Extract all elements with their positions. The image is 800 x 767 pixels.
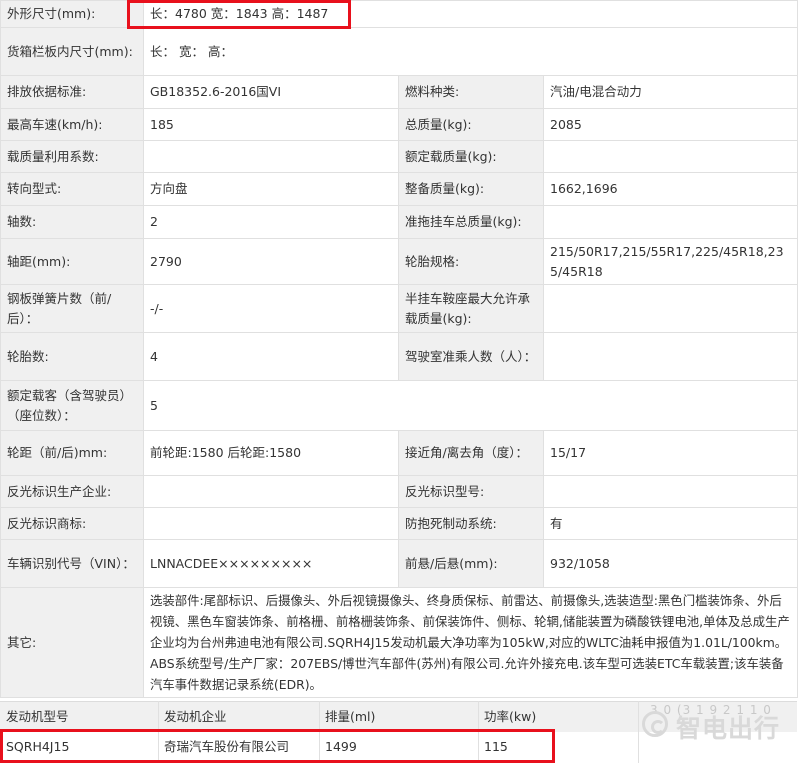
label-axle-count: 轴数: — [0, 205, 144, 239]
watermark-text: 智电出行 — [676, 714, 781, 743]
watermark: 3 0 (3 1 9 2 1 1 0 智电出行 — [642, 703, 792, 743]
table-row: 轴距(mm): 2790 轮胎规格: 215/50R17,215/55R17,2… — [0, 238, 798, 285]
column-divider — [319, 701, 320, 763]
engine-displacement: 1499 — [325, 739, 357, 754]
value-reflector-manufacturer — [143, 475, 399, 508]
value-track-width: 前轮距:1580 后轮距:1580 — [143, 430, 399, 476]
label-load-utilization: 载质量利用系数: — [0, 140, 144, 173]
value-reflector-brand — [143, 507, 399, 540]
value-tire-count: 4 — [143, 332, 399, 381]
value-emission-standard: GB18352.6-2016国VI — [143, 75, 399, 109]
engine-header-power: 功率(kw) — [484, 709, 537, 724]
value-overhang: 932/1058 — [543, 539, 798, 588]
label-rated-load: 额定载质量(kg): — [398, 140, 544, 173]
label-fifth-wheel-load: 半挂车鞍座最大允许承载质量(kg): — [398, 284, 544, 333]
value-max-speed: 185 — [143, 108, 399, 141]
label-emission-standard: 排放依据标准: — [0, 75, 144, 109]
label-cargo-box-dimensions: 货箱栏板内尺寸(mm): — [0, 27, 144, 76]
column-divider — [158, 701, 159, 763]
value-axle-count: 2 — [143, 205, 399, 239]
table-row: 其它: 选装部件:尾部标识、后摄像头、外后视镜摄像头、终身质保标、前雷达、前摄像… — [0, 587, 798, 698]
table-row: 最高车速(km/h): 185 总质量(kg): 2085 — [0, 108, 798, 141]
label-exterior-dimensions: 外形尺寸(mm): — [0, 0, 144, 28]
value-exterior-dimensions: 长：4780 宽：1843 高：1487 — [143, 0, 798, 28]
column-divider — [638, 701, 639, 763]
engine-header-company: 发动机企业 — [164, 709, 227, 724]
label-approach-departure-angle: 接近角/离去角（度）： — [398, 430, 544, 476]
label-trailer-mass: 准拖挂车总质量(kg): — [398, 205, 544, 239]
engine-company: 奇瑞汽车股份有限公司 — [164, 739, 290, 754]
column-divider — [478, 701, 479, 763]
label-reflector-model: 反光标识型号: — [398, 475, 544, 508]
label-tire-spec: 轮胎规格: — [398, 238, 544, 285]
value-leaf-spring-count: -/- — [143, 284, 399, 333]
value-other: 选装部件:尾部标识、后摄像头、外后视镜摄像头、终身质保标、前雷达、前摄像头,选装… — [143, 587, 798, 698]
table-row: 反光标识商标: 防抱死制动系统: 有 — [0, 507, 798, 540]
table-row: 车辆识别代号（VIN）： LNNACDEE××××××××× 前悬/后悬(mm)… — [0, 539, 798, 588]
value-steering-type: 方向盘 — [143, 172, 399, 206]
table-row: 排放依据标准: GB18352.6-2016国VI 燃料种类: 汽油/电混合动力 — [0, 75, 798, 109]
table-row: 载质量利用系数: 额定载质量(kg): — [0, 140, 798, 173]
value-reflector-model — [543, 475, 798, 508]
label-abs-system: 防抱死制动系统: — [398, 507, 544, 540]
label-tire-count: 轮胎数: — [0, 332, 144, 381]
engine-power: 115 — [484, 739, 508, 754]
label-other: 其它: — [0, 587, 144, 698]
table-row: 外形尺寸(mm): 长：4780 宽：1843 高：1487 — [0, 0, 798, 28]
engine-model: SQRH4J15 — [6, 739, 70, 754]
value-tire-spec: 215/50R17,215/55R17,225/45R18,235/45R18 — [543, 238, 798, 285]
label-fuel-type: 燃料种类: — [398, 75, 544, 109]
label-rated-passengers: 额定载客（含驾驶员）（座位数）： — [0, 380, 144, 431]
table-row: 轮距（前/后)mm: 前轮距:1580 后轮距:1580 接近角/离去角（度）：… — [0, 430, 798, 476]
label-steering-type: 转向型式: — [0, 172, 144, 206]
table-row: 转向型式: 方向盘 整备质量(kg): 1662,1696 — [0, 172, 798, 206]
label-max-speed: 最高车速(km/h): — [0, 108, 144, 141]
label-wheelbase: 轴距(mm): — [0, 238, 144, 285]
table-row: 反光标识生产企业: 反光标识型号: — [0, 475, 798, 508]
label-reflector-manufacturer: 反光标识生产企业: — [0, 475, 144, 508]
table-row: 轴数: 2 准拖挂车总质量(kg): — [0, 205, 798, 239]
label-vin: 车辆识别代号（VIN）： — [0, 539, 144, 588]
value-abs-system: 有 — [543, 507, 798, 540]
label-overhang: 前悬/后悬(mm): — [398, 539, 544, 588]
spec-table: 外形尺寸(mm): 长：4780 宽：1843 高：1487 货箱栏板内尺寸(m… — [0, 0, 798, 698]
label-curb-mass: 整备质量(kg): — [398, 172, 544, 206]
value-rated-passengers: 5 — [143, 380, 798, 431]
value-rated-load — [543, 140, 798, 173]
value-trailer-mass — [543, 205, 798, 239]
table-row: 额定载客（含驾驶员）（座位数）： 5 — [0, 380, 798, 431]
table-row: 货箱栏板内尺寸(mm): 长： 宽： 高： — [0, 27, 798, 76]
value-cab-occupants — [543, 332, 798, 381]
value-fifth-wheel-load — [543, 284, 798, 333]
label-track-width: 轮距（前/后)mm: — [0, 430, 144, 476]
table-row: 轮胎数: 4 驾驶室准乘人数（人）： — [0, 332, 798, 381]
value-wheelbase: 2790 — [143, 238, 399, 285]
engine-header-displacement: 排量(ml) — [325, 709, 376, 724]
label-reflector-brand: 反光标识商标: — [0, 507, 144, 540]
label-cab-occupants: 驾驶室准乘人数（人）： — [398, 332, 544, 381]
label-leaf-spring-count: 钢板弹簧片数（前/后）： — [0, 284, 144, 333]
value-approach-departure-angle: 15/17 — [543, 430, 798, 476]
value-total-mass: 2085 — [543, 108, 798, 141]
value-fuel-type: 汽油/电混合动力 — [543, 75, 798, 109]
value-curb-mass: 1662,1696 — [543, 172, 798, 206]
watermark-logo-icon — [642, 711, 668, 737]
label-total-mass: 总质量(kg): — [398, 108, 544, 141]
value-load-utilization — [143, 140, 399, 173]
table-row: 钢板弹簧片数（前/后）： -/- 半挂车鞍座最大允许承载质量(kg): — [0, 284, 798, 333]
value-cargo-box-dimensions: 长： 宽： 高： — [143, 27, 798, 76]
value-vin: LNNACDEE××××××××× — [143, 539, 399, 588]
engine-header-model: 发动机型号 — [6, 709, 69, 724]
